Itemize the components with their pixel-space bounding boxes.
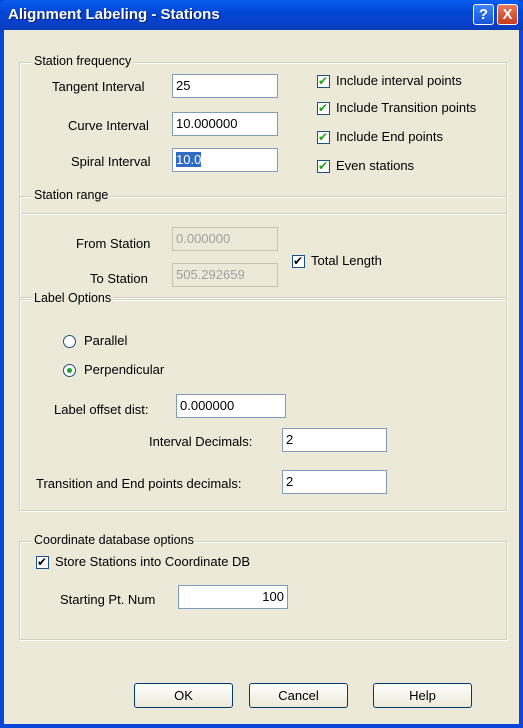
help-icon[interactable]: ? (473, 4, 494, 25)
include-end-label: Include End points (336, 129, 443, 144)
curve-interval-input[interactable]: 10.000000 (172, 112, 278, 136)
starting-pt-label: Starting Pt. Num (60, 592, 156, 607)
station-frequency-label: Station frequency (32, 54, 134, 68)
spiral-interval-value: 10.0 (176, 152, 202, 167)
total-length-checkbox[interactable] (292, 253, 305, 269)
total-length-label: Total Length (311, 253, 382, 268)
transition-decimals-input[interactable]: 2 (282, 470, 387, 494)
store-stations-label: Store Stations into Coordinate DB (55, 554, 251, 569)
parallel-label: Parallel (84, 333, 128, 348)
ok-button[interactable]: OK (134, 683, 233, 708)
station-range-label: Station range (32, 188, 111, 202)
transition-decimals-label: Transition and End points decimals: (36, 476, 242, 491)
even-stations-checkbox[interactable] (317, 158, 330, 174)
dialog-body: Station frequency Tangent Interval 25 Cu… (4, 30, 519, 724)
label-offset-label: Label offset dist: (54, 402, 149, 417)
include-end-checkbox[interactable] (317, 129, 330, 145)
help-button[interactable]: Help (373, 683, 472, 708)
label-offset-input[interactable]: 0.000000 (176, 394, 286, 418)
title-bar[interactable]: Alignment Labeling - Stations ? X (0, 0, 523, 30)
tangent-interval-label: Tangent Interval (52, 79, 145, 94)
spiral-interval-input[interactable]: 10.0 (172, 148, 278, 172)
interval-decimals-label: Interval Decimals: (149, 434, 253, 449)
window-title: Alignment Labeling - Stations (8, 6, 220, 23)
to-station-input[interactable]: 505.292659 (172, 263, 278, 287)
label-options-label: Label Options (32, 291, 114, 305)
coord-db-label: Coordinate database options (32, 533, 196, 547)
parallel-radio[interactable] (63, 335, 76, 348)
perpendicular-label: Perpendicular (84, 362, 165, 377)
spiral-interval-label: Spiral Interval (71, 154, 151, 169)
tangent-interval-input[interactable]: 25 (172, 74, 278, 98)
interval-decimals-input[interactable]: 2 (282, 428, 387, 452)
include-transition-label: Include Transition points (336, 100, 477, 115)
include-interval-label: Include interval points (336, 73, 462, 88)
store-stations-checkbox[interactable] (36, 554, 49, 570)
from-station-input[interactable]: 0.000000 (172, 227, 278, 251)
even-stations-label: Even stations (336, 158, 415, 173)
curve-interval-label: Curve Interval (68, 118, 149, 133)
starting-pt-input[interactable]: 100 (178, 585, 288, 609)
include-interval-checkbox[interactable] (317, 73, 330, 89)
dialog-window: Alignment Labeling - Stations ? X Statio… (0, 0, 523, 728)
close-icon[interactable]: X (497, 4, 518, 25)
include-transition-checkbox[interactable] (317, 100, 330, 116)
perpendicular-radio[interactable] (63, 364, 76, 377)
from-station-label: From Station (76, 236, 151, 251)
to-station-label: To Station (90, 271, 148, 286)
cancel-button[interactable]: Cancel (249, 683, 348, 708)
